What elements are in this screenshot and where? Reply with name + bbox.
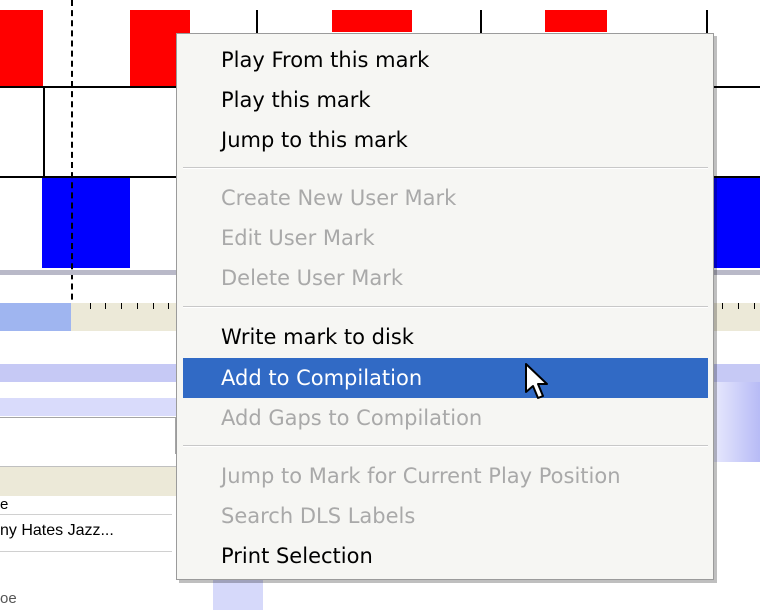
menu-separator — [183, 306, 708, 308]
menu-item-jump-to-mark-current-position[interactable]: Jump to Mark for Current Play Position — [183, 456, 708, 496]
playhead-line — [71, 0, 73, 330]
mouse-pointer-icon — [525, 363, 548, 399]
track-divider — [43, 86, 45, 178]
track-divider — [706, 10, 708, 33]
bottom-partial-label: oe — [0, 590, 17, 607]
ruler-tick — [722, 303, 723, 309]
menu-item-play-this-mark[interactable]: Play this mark — [183, 80, 708, 120]
menu-separator — [183, 445, 708, 447]
lower-field[interactable] — [0, 417, 176, 454]
track-divider — [256, 10, 258, 33]
menu-separator — [183, 167, 708, 169]
ruler-tick — [168, 303, 169, 309]
menu-item-search-dls-labels[interactable]: Search DLS Labels — [183, 496, 708, 536]
menu-item-play-from-mark[interactable]: Play From this mark — [183, 40, 708, 80]
menu-item-add-to-compilation[interactable]: Add to Compilation — [183, 358, 708, 398]
menu-item-delete-user-mark[interactable]: Delete User Mark — [183, 258, 708, 298]
menu-item-print-selection[interactable]: Print Selection — [183, 536, 708, 576]
blue-mark-2[interactable] — [714, 178, 760, 268]
menu-item-write-mark-to-disk[interactable]: Write mark to disk — [183, 317, 708, 357]
list-row-text: ny Hates Jazz... — [0, 522, 114, 539]
ruler-tick — [121, 303, 122, 309]
list-row[interactable]: ny Hates Jazz... — [0, 514, 172, 552]
bottom-blue-strip — [213, 580, 263, 610]
ruler-tick — [90, 303, 91, 309]
ruler-tick — [738, 303, 739, 309]
ruler-tick — [153, 303, 154, 309]
menu-item-jump-to-mark[interactable]: Jump to this mark — [183, 120, 708, 160]
red-mark-1[interactable] — [0, 10, 43, 86]
context-menu: Play From this mark Play this mark Jump … — [176, 33, 714, 580]
menu-item-create-user-mark[interactable]: Create New User Mark — [183, 178, 708, 218]
menu-item-edit-user-mark[interactable]: Edit User Mark — [183, 218, 708, 258]
scroll-strip-right[interactable] — [714, 382, 760, 462]
red-mark-3[interactable] — [332, 10, 412, 32]
list-header-partial-label: e — [0, 496, 9, 513]
ruler-tick — [105, 303, 106, 309]
menu-item-add-gaps-to-compilation[interactable]: Add Gaps to Compilation — [183, 398, 708, 438]
ruler-selection — [0, 303, 71, 331]
list-header — [0, 466, 176, 496]
blue-mark-1[interactable] — [42, 178, 130, 268]
ruler-tick — [137, 303, 138, 309]
track-divider — [480, 10, 482, 33]
red-mark-4[interactable] — [545, 10, 607, 32]
ruler-tick — [754, 303, 755, 309]
